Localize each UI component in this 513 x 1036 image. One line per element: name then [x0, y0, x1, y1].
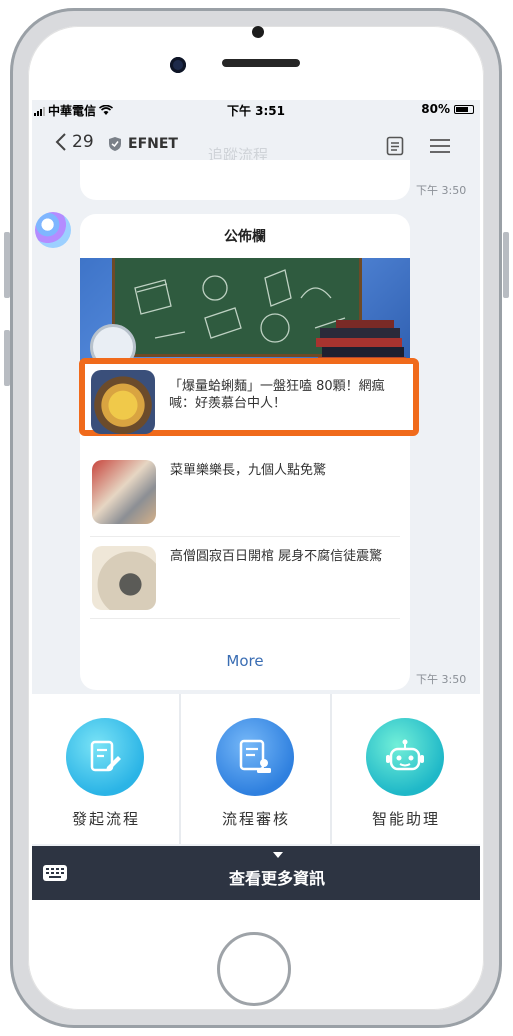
rich-menu-toggle-bar[interactable]: 查看更多資訊 [32, 846, 480, 900]
menu-item-process-review[interactable]: 流程審核 [182, 694, 330, 844]
bulletin-card: 公佈欄 菜單樂樂長，九個人點免驚 高僧圓寂百日開棺 屍身不腐信徒震驚 More [80, 214, 410, 690]
keyboard-icon [43, 865, 67, 881]
menu-divider [179, 694, 181, 844]
approve-stamp-icon [216, 718, 294, 796]
menu-item-smart-assistant[interactable]: 智能助理 [332, 694, 480, 844]
rich-menu-toggle-label: 查看更多資訊 [228, 869, 325, 888]
front-camera [170, 57, 186, 73]
news-thumbnail [92, 460, 156, 524]
chevron-down-icon [273, 852, 283, 858]
divider [90, 618, 400, 619]
news-title: 菜單樂樂長，九個人點免驚 [170, 463, 327, 478]
highlighted-news-item[interactable]: 「爆量蛤蜊麵」一盤狂嗑 80顆！網瘋喊：好羨慕台中人！ [79, 358, 419, 436]
power-button [503, 232, 509, 298]
notes-icon[interactable] [386, 136, 404, 156]
menu-label: 流程審核 [221, 810, 290, 828]
hamburger-menu-icon[interactable] [430, 138, 450, 154]
news-thumbnail [91, 370, 155, 434]
menu-item-start-process[interactable]: 發起流程 [32, 694, 180, 844]
bulletin-banner-image [80, 258, 410, 368]
status-time: 下午 3:51 [226, 104, 286, 118]
shield-icon [109, 137, 121, 151]
sensor-dot [252, 26, 264, 38]
news-item[interactable]: 菜單樂樂長，九個人點免驚 [90, 460, 396, 526]
earpiece-speaker [222, 59, 300, 67]
divider [90, 536, 400, 537]
menu-label: 發起流程 [71, 810, 140, 828]
news-title: 「爆量蛤蜊麵」一盤狂嗑 80顆！網瘋喊：好羨慕台中人！ [169, 379, 385, 411]
robot-icon [366, 718, 444, 796]
keyboard-button[interactable] [32, 846, 80, 900]
edit-doc-icon [66, 718, 144, 796]
previous-message-bubble [80, 160, 410, 200]
news-item[interactable]: 高僧圓寂百日開棺 屍身不腐信徒震驚 [90, 546, 396, 612]
message-timestamp: 下午 3:50 [416, 673, 467, 686]
bot-avatar[interactable] [35, 212, 71, 248]
back-button[interactable]: 29 [54, 132, 94, 152]
chat-name[interactable]: EFNET [108, 136, 178, 152]
app-screen: 中華電信 下午 3:51 80% 29 EFNET 追蹤流程 下午 3:50 公… [32, 100, 480, 900]
battery-percent: 80% [421, 102, 450, 116]
news-title: 高僧圓寂百日開棺 屍身不腐信徒震驚 [170, 549, 383, 564]
card-title: 公佈欄 [224, 229, 266, 245]
menu-label: 智能助理 [371, 810, 440, 828]
rich-menu: 發起流程 流程審核 智能助理 [32, 694, 480, 844]
unread-count: 29 [72, 132, 94, 152]
brand-label: EFNET [128, 136, 178, 152]
home-button[interactable] [217, 932, 291, 1006]
more-link[interactable]: More [80, 652, 410, 670]
chevron-left-icon [55, 133, 66, 151]
battery-icon [454, 104, 474, 114]
status-bar: 中華電信 下午 3:51 80% [32, 100, 480, 120]
news-thumbnail [92, 546, 156, 610]
message-timestamp: 下午 3:50 [416, 184, 467, 197]
